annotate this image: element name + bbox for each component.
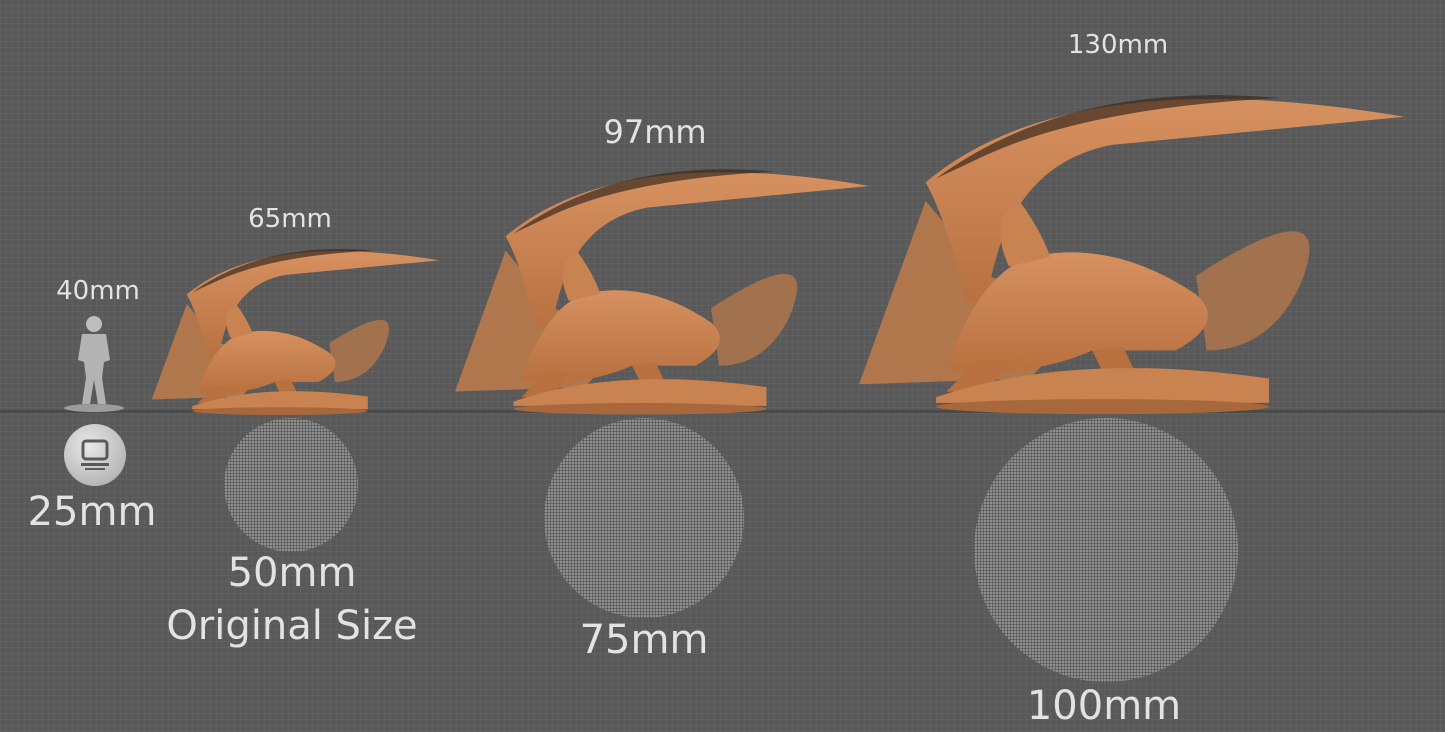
height-label-65mm: 65mm: [248, 204, 332, 234]
height-label-130mm: 130mm: [1067, 30, 1169, 60]
base-label-25mm: 25mm: [27, 489, 157, 535]
base-disc-50mm: [224, 418, 358, 552]
height-label-40mm: 40mm: [56, 276, 140, 306]
base-label-75mm: 75mm: [579, 617, 709, 663]
base-disc-75mm: [544, 418, 744, 618]
base-label-50mm: 50mm: [227, 550, 357, 596]
size-comparison-scene: 40mm 65mm 97mm 130mm 25mm 50mm Original …: [0, 0, 1445, 732]
base-disc-100mm: [974, 418, 1238, 682]
height-label-97mm: 97mm: [603, 113, 707, 151]
original-size-label: Original Size: [166, 603, 418, 649]
logo-coin-icon: [64, 424, 126, 486]
base-label-100mm: 100mm: [1026, 683, 1182, 729]
dragon-figure-icon: [859, 95, 1405, 415]
